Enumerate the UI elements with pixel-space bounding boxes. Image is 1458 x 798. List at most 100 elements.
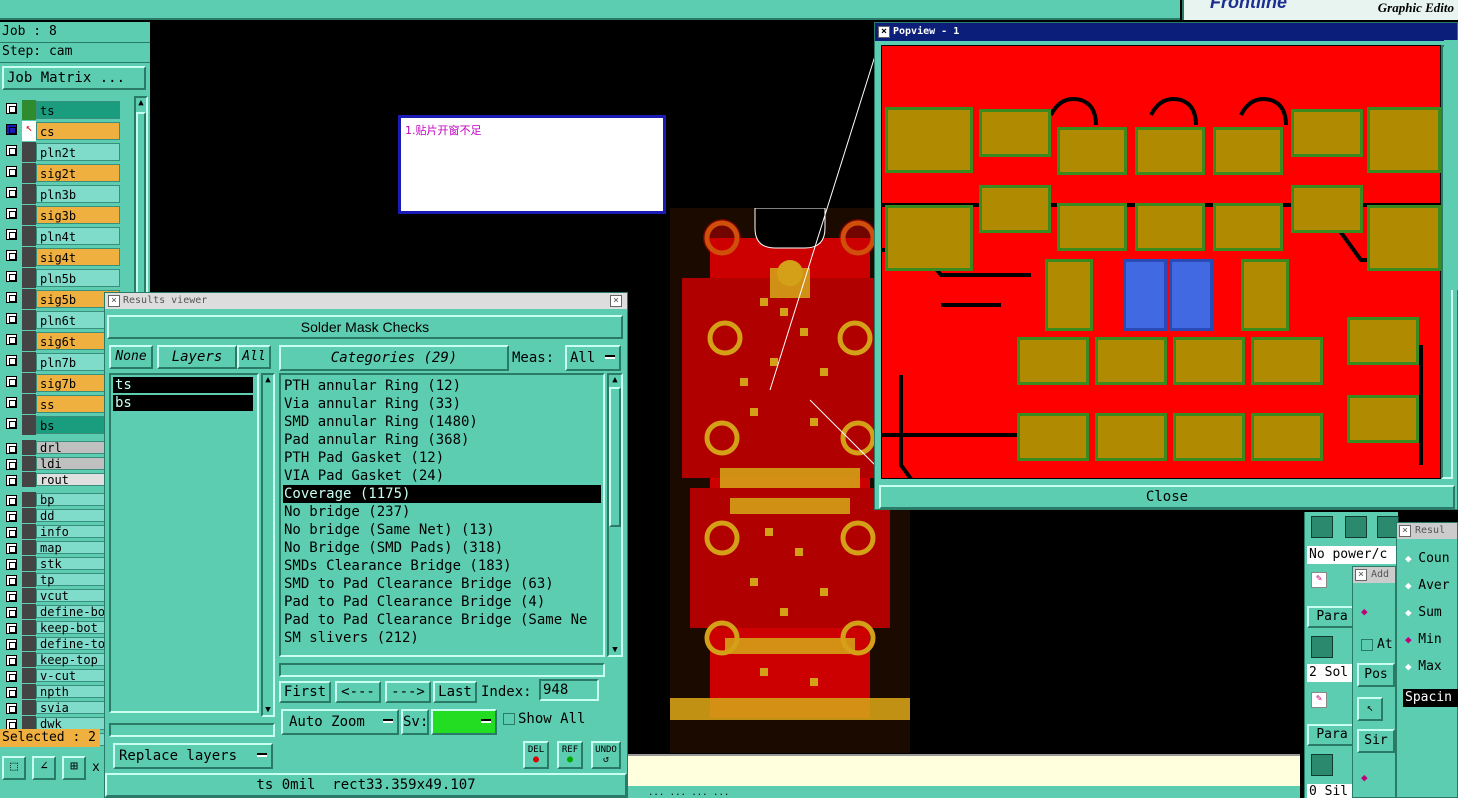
layer-item-ts[interactable]: ts [113, 377, 253, 393]
layer-sub-indicator[interactable] [22, 394, 36, 414]
layer-row-pln4t[interactable]: pln4t [2, 226, 122, 246]
layer-row-sig3b[interactable]: sig3b [2, 205, 122, 225]
layers-scrollbar[interactable]: ▲ ▼ [261, 373, 275, 717]
layer-row-sig2t[interactable]: sig2t [2, 163, 122, 183]
layer-sub-indicator[interactable] [22, 310, 36, 330]
del-button[interactable]: DEL ● [523, 741, 549, 769]
layer-checkbox[interactable] [6, 703, 17, 714]
layer-row-pln2t[interactable]: pln2t [2, 142, 122, 162]
layer-sub-indicator[interactable] [22, 604, 36, 619]
layer-row-pln5b[interactable]: pln5b [2, 268, 122, 288]
layer-sub-indicator[interactable] [22, 652, 36, 667]
layer-sub-indicator[interactable] [22, 247, 36, 267]
layer-sub-indicator[interactable] [22, 668, 36, 683]
layer-row-pln3b[interactable]: pln3b [2, 184, 122, 204]
category-item[interactable]: VIA Pad Gasket (24) [283, 467, 601, 485]
layer-sub-indicator[interactable] [22, 684, 36, 699]
layers-button[interactable]: Layers [157, 345, 237, 369]
layer-checkbox[interactable] [6, 623, 17, 634]
auto-zoom-button[interactable]: Auto Zoom [281, 709, 399, 735]
category-item[interactable]: SM slivers (212) [283, 629, 601, 647]
layer-checkbox[interactable] [6, 334, 17, 345]
layer-checkbox[interactable] [6, 271, 17, 282]
layers-hscrollbar[interactable] [109, 723, 275, 737]
layer-sub-indicator[interactable] [22, 205, 36, 225]
wizard-icon[interactable] [1311, 754, 1333, 776]
stat-radio-max[interactable]: ◆ Max [1405, 659, 1442, 674]
layer-checkbox[interactable] [6, 418, 17, 429]
layer-checkbox[interactable] [6, 229, 17, 240]
layer-checkbox[interactable] [6, 459, 17, 470]
layer-sub-indicator[interactable] [22, 373, 36, 393]
layer-sub-indicator[interactable] [22, 268, 36, 288]
layer-checkbox[interactable] [6, 559, 17, 570]
close-icon[interactable]: × [610, 295, 622, 307]
category-item[interactable]: Pad to Pad Clearance Bridge (Same Ne [283, 611, 601, 629]
at-checkbox[interactable] [1361, 639, 1373, 651]
category-item[interactable]: Pad annular Ring (368) [283, 431, 601, 449]
stat-radio-sum[interactable]: ◆ Sum [1405, 605, 1442, 620]
popview-close-button[interactable]: Close [879, 485, 1455, 509]
category-item[interactable]: No Bridge (SMD Pads) (318) [283, 539, 601, 557]
layers-listbox[interactable]: ts bs [109, 373, 259, 713]
prev-button[interactable]: <--- [335, 681, 381, 703]
para-label[interactable]: Para [1307, 606, 1357, 628]
stat-radio-aver[interactable]: ◆ Aver [1405, 578, 1450, 593]
layer-sub-indicator[interactable] [22, 508, 36, 523]
next-button[interactable]: ---> [385, 681, 431, 703]
category-item[interactable]: PTH Pad Gasket (12) [283, 449, 601, 467]
grid-tool-button[interactable]: ⊞ [62, 756, 86, 780]
stat-radio-min[interactable]: ◆ Min [1405, 632, 1442, 647]
layer-sub-indicator[interactable] [22, 556, 36, 571]
show-all-checkbox[interactable] [503, 713, 515, 725]
layer-sub-indicator[interactable] [22, 456, 36, 471]
layer-sub-indicator[interactable] [22, 289, 36, 309]
layer-checkbox[interactable] [6, 475, 17, 486]
layer-sub-indicator[interactable] [22, 472, 36, 487]
wizard-icon[interactable] [1345, 516, 1367, 538]
layer-checkbox[interactable] [6, 671, 17, 682]
layer-checkbox[interactable] [6, 103, 17, 114]
flagged-pad[interactable] [1169, 259, 1213, 331]
layer-sub-indicator[interactable] [22, 440, 36, 455]
category-item[interactable]: PTH annular Ring (12) [283, 377, 601, 395]
layer-checkbox[interactable] [6, 166, 17, 177]
layer-checkbox[interactable] [6, 376, 17, 387]
wizard-icon[interactable] [1311, 636, 1333, 658]
layer-checkbox[interactable] [6, 250, 17, 261]
layer-checkbox[interactable] [6, 208, 17, 219]
layer-sub-indicator[interactable] [22, 331, 36, 351]
layer-sub-indicator[interactable] [22, 226, 36, 246]
sir-button[interactable]: Sir [1357, 729, 1395, 753]
layer-row-cs[interactable]: ↖ cs [2, 121, 122, 141]
category-item[interactable]: Coverage (1175) [283, 485, 601, 503]
layer-item-bs[interactable]: bs [113, 395, 253, 411]
first-button[interactable]: First [279, 681, 331, 703]
layer-sub-indicator[interactable] [22, 588, 36, 603]
layer-sub-indicator[interactable] [22, 700, 36, 715]
layer-checkbox[interactable] [6, 591, 17, 602]
layer-checkbox[interactable] [6, 355, 17, 366]
layer-checkbox[interactable] [6, 124, 17, 135]
layer-checkbox[interactable] [6, 639, 17, 650]
layer-checkbox[interactable] [6, 687, 17, 698]
meas-select[interactable]: All [565, 345, 621, 371]
layer-sub-indicator[interactable] [22, 100, 36, 120]
job-matrix-button[interactable]: Job Matrix ... [2, 66, 146, 90]
none-button[interactable]: None [109, 345, 153, 369]
all-layers-button[interactable]: All [237, 345, 271, 369]
layer-sub-indicator[interactable] [22, 352, 36, 372]
layer-sub-indicator[interactable] [22, 620, 36, 635]
layer-sub-indicator[interactable] [22, 163, 36, 183]
category-item[interactable]: SMD to Pad Clearance Bridge (63) [283, 575, 601, 593]
category-item[interactable]: No bridge (Same Net) (13) [283, 521, 601, 539]
category-item[interactable]: No bridge (237) [283, 503, 601, 521]
layer-sub-indicator[interactable] [22, 184, 36, 204]
layer-checkbox[interactable] [6, 187, 17, 198]
diamond-icon[interactable]: ◆ [1361, 771, 1368, 784]
category-item[interactable]: Pad to Pad Clearance Bridge (4) [283, 593, 601, 611]
flagged-pad[interactable] [1123, 259, 1167, 331]
last-button[interactable]: Last [433, 681, 477, 703]
layer-checkbox[interactable] [6, 145, 17, 156]
popview-canvas[interactable] [881, 45, 1441, 479]
